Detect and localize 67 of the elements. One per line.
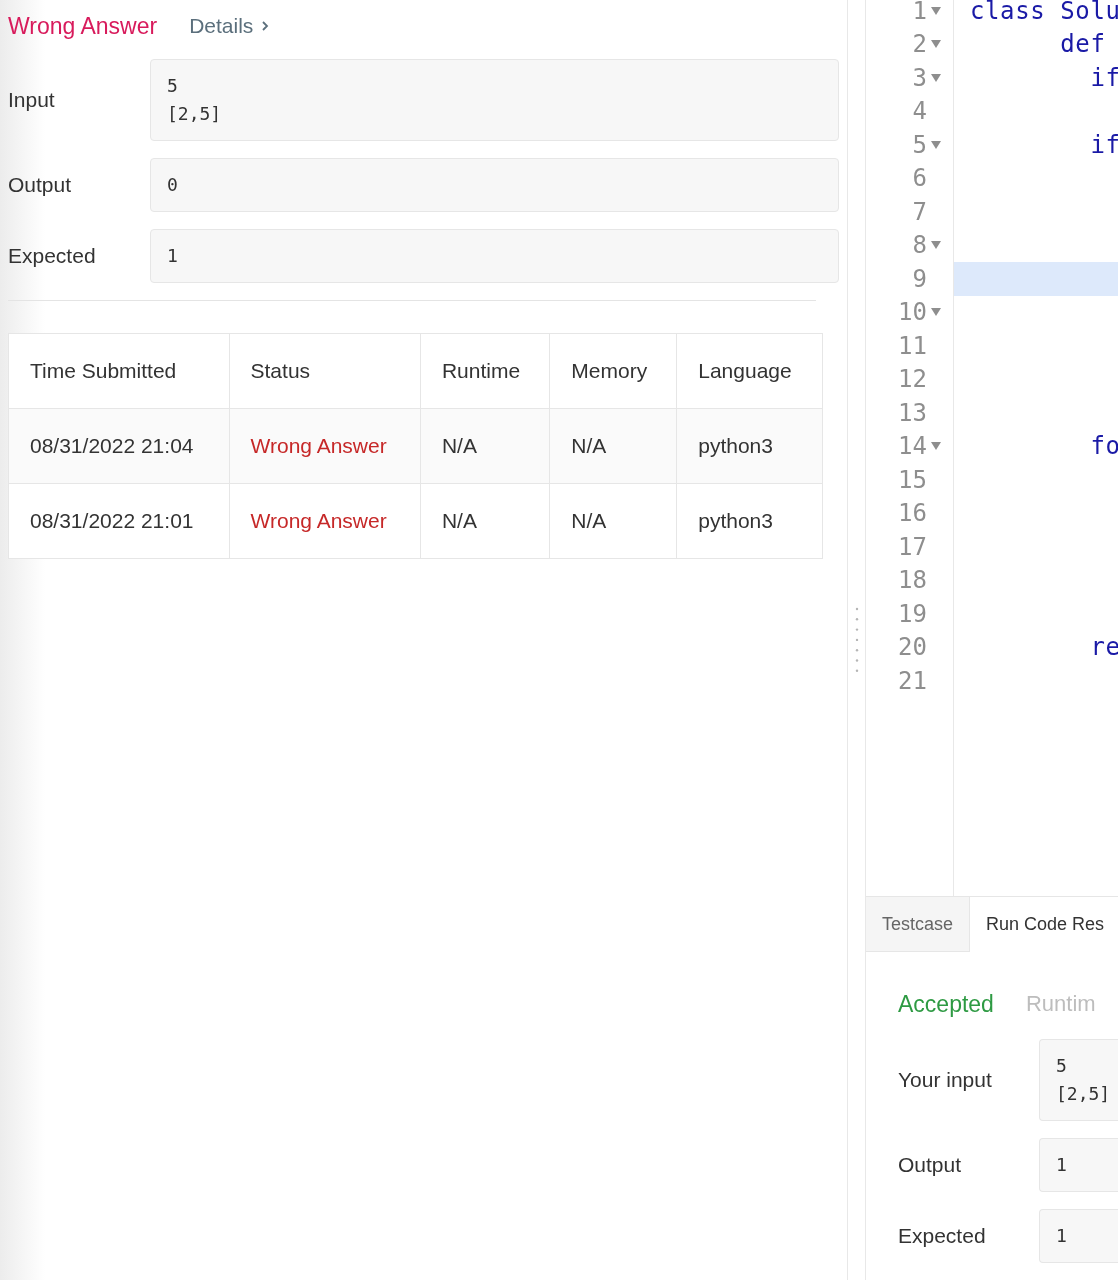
code-text: def	[1059, 30, 1106, 59]
line-number: 16	[898, 499, 927, 528]
line-number: 4	[912, 97, 927, 126]
line-number: 11	[898, 331, 927, 360]
field-label: Output	[8, 173, 73, 197]
line-number: 2	[912, 30, 927, 59]
memory-cell: N/A	[549, 408, 677, 484]
column-header: Memory	[549, 333, 677, 409]
code-text: class Solu	[970, 0, 1118, 25]
line-number: 15	[898, 465, 927, 494]
field-label: Output	[898, 1153, 963, 1177]
line-number: 8	[912, 231, 927, 260]
line-number: 1	[912, 0, 927, 25]
line-number: 3	[912, 63, 927, 92]
fold-arrow-icon[interactable]	[931, 241, 941, 250]
fold-arrow-icon[interactable]	[931, 308, 941, 317]
fold-arrow-icon[interactable]	[931, 40, 941, 49]
field-label: Your input	[898, 1068, 993, 1092]
status-cell: Wrong Answer	[229, 408, 421, 484]
column-header: Language	[676, 333, 823, 409]
chevron-right-icon	[261, 20, 270, 32]
line-number: 14	[898, 432, 927, 461]
result-title: Accepted	[898, 990, 994, 1018]
line-number: 19	[898, 599, 927, 628]
runtime-cell: N/A	[420, 483, 550, 559]
time-cell: 08/31/2022 21:04	[8, 408, 230, 484]
field-label: Expected	[898, 1224, 987, 1248]
line-number: 12	[898, 365, 927, 394]
runtime-label: Runtim	[1025, 991, 1096, 1017]
line-number: 6	[912, 164, 927, 193]
line-number: 7	[912, 197, 927, 226]
field-value: 5 [2,5]	[150, 59, 839, 141]
result-title: Wrong Answer	[8, 12, 158, 40]
field-value: 1	[150, 229, 839, 283]
line-number: 18	[898, 566, 927, 595]
line-number: 17	[898, 532, 927, 561]
memory-cell: N/A	[549, 483, 677, 559]
field-value: 0	[150, 158, 839, 212]
field-label: Expected	[8, 244, 97, 268]
drag-handle-icon[interactable]	[854, 606, 859, 674]
field-value: 5 [2,5]	[1039, 1039, 1118, 1121]
fold-arrow-icon[interactable]	[931, 140, 941, 149]
column-header: Status	[229, 333, 421, 409]
line-number: 5	[912, 130, 927, 159]
code-text: fo	[1089, 432, 1118, 461]
line-number: 21	[898, 666, 927, 695]
language-cell: python3	[676, 408, 823, 484]
fold-arrow-icon[interactable]	[931, 442, 941, 451]
column-header: Runtime	[420, 333, 550, 409]
line-number: 20	[898, 633, 927, 662]
console-tab[interactable]: Testcase	[866, 897, 971, 951]
line-number: 10	[898, 298, 927, 327]
code-text: if	[1089, 130, 1118, 159]
fold-arrow-icon[interactable]	[931, 6, 941, 15]
line-number: 13	[898, 398, 927, 427]
field-value: 1	[1039, 1138, 1118, 1192]
field-value: 1	[1039, 1209, 1118, 1263]
time-cell: 08/31/2022 21:01	[8, 483, 230, 559]
code-text: if	[1089, 63, 1118, 92]
column-header: Time Submitted	[8, 333, 230, 409]
language-cell: python3	[676, 483, 823, 559]
details-link[interactable]: Details	[189, 14, 270, 38]
field-label: Input	[8, 88, 56, 112]
runtime-cell: N/A	[420, 408, 550, 484]
status-cell: Wrong Answer	[229, 483, 421, 559]
fold-arrow-icon[interactable]	[931, 73, 941, 82]
line-number: 9	[912, 264, 927, 293]
